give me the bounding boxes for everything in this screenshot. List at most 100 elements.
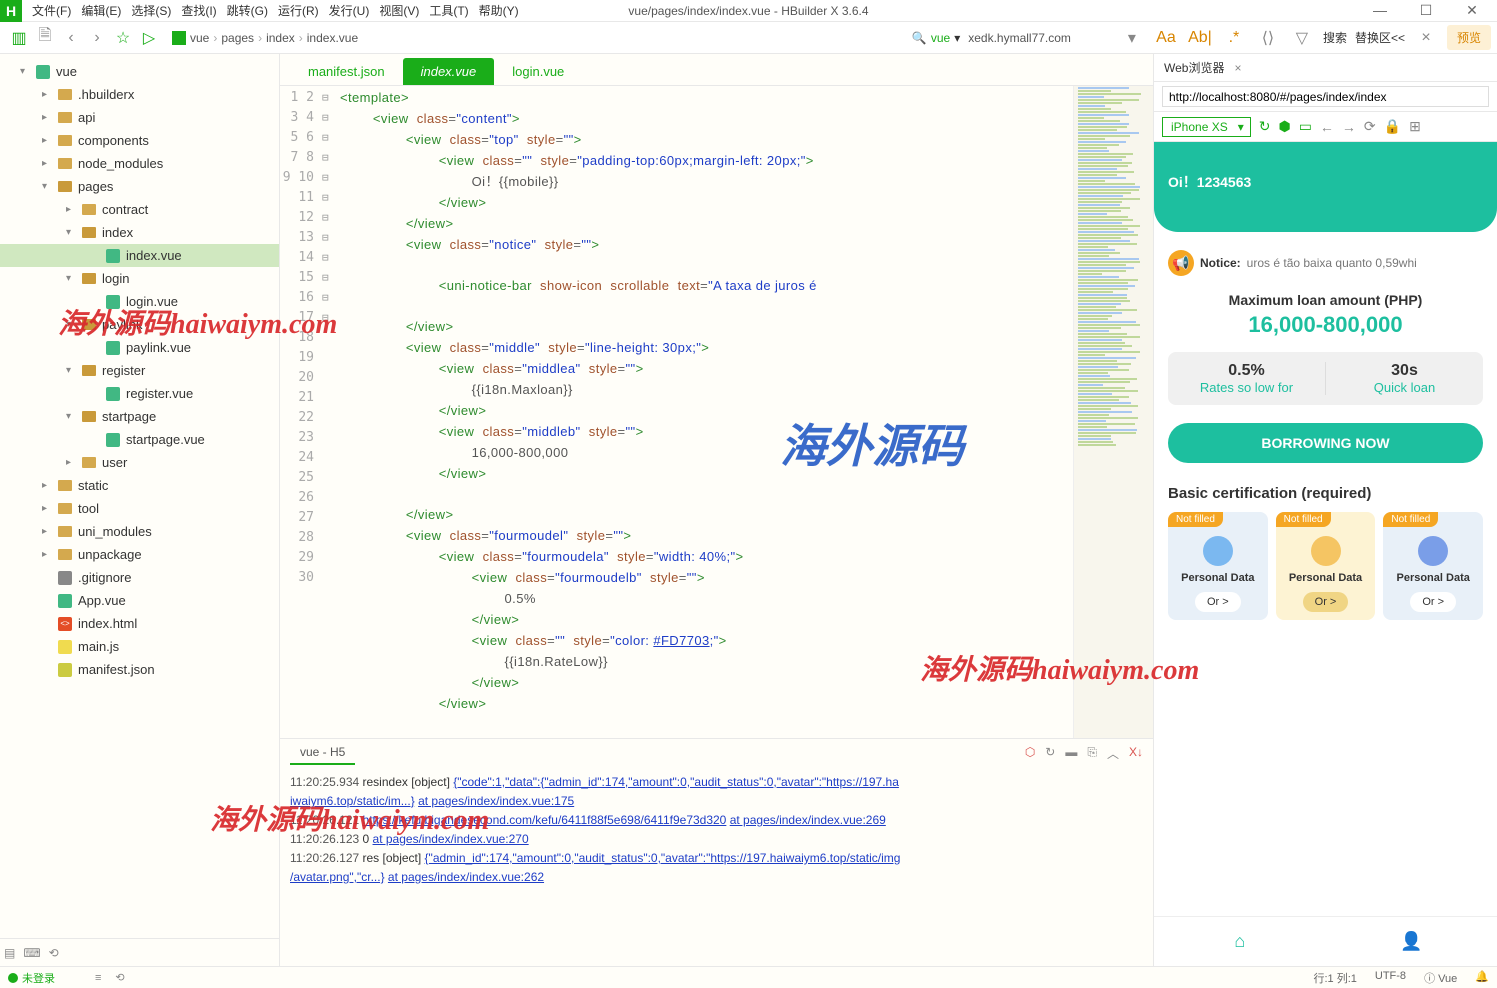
url-input[interactable] xyxy=(1162,86,1489,107)
devtools-icon[interactable]: ⬢ xyxy=(1278,118,1290,135)
cert-card[interactable]: Not filled Personal Data Or > xyxy=(1383,512,1483,620)
tree-item-tool[interactable]: ▸tool xyxy=(0,497,279,520)
menu-item[interactable]: 发行(U) xyxy=(325,0,374,21)
tree-item-manifest-json[interactable]: manifest.json xyxy=(0,658,279,681)
file-language[interactable]: ⓘ Vue xyxy=(1424,970,1457,986)
refresh-icon[interactable]: ↻ xyxy=(1259,118,1271,135)
tree-item-user[interactable]: ▸user xyxy=(0,451,279,474)
run-icon[interactable]: ▷ xyxy=(136,28,162,48)
sync-status-icon[interactable]: ⟲ xyxy=(115,971,124,984)
code-area[interactable]: 1 2 3 4 5 6 7 8 9 10 11 12 13 14 15 16 1… xyxy=(280,86,1153,738)
close-console-icon[interactable]: X↓ xyxy=(1129,745,1143,762)
expand-arrow-icon[interactable]: ▸ xyxy=(42,158,56,169)
minimize-button[interactable]: — xyxy=(1359,2,1401,19)
tree-item-components[interactable]: ▸components xyxy=(0,129,279,152)
expand-arrow-icon[interactable]: ▾ xyxy=(66,411,80,422)
nav-forward-icon[interactable]: › xyxy=(84,29,110,47)
expand-arrow-icon[interactable]: ▸ xyxy=(42,112,56,123)
tree-item-login-vue[interactable]: login.vue xyxy=(0,290,279,313)
menu-item[interactable]: 帮助(Y) xyxy=(475,0,523,21)
tree-item-static[interactable]: ▸static xyxy=(0,474,279,497)
menu-item[interactable]: 跳转(G) xyxy=(223,0,272,21)
menu-item[interactable]: 查找(I) xyxy=(177,0,220,21)
expand-arrow-icon[interactable]: ▸ xyxy=(42,480,56,491)
expand-arrow-icon[interactable]: ▸ xyxy=(66,457,80,468)
menu-item[interactable]: 编辑(E) xyxy=(77,0,125,21)
tree-item-contract[interactable]: ▸contract xyxy=(0,198,279,221)
menu-item[interactable]: 文件(F) xyxy=(28,0,75,21)
export-icon[interactable]: ⎘ xyxy=(1087,745,1097,762)
new-file-icon[interactable]: ▥ xyxy=(6,28,32,48)
browser-tab-label[interactable]: Web浏览器 xyxy=(1164,59,1224,76)
expand-arrow-icon[interactable]: ▸ xyxy=(42,135,56,146)
editor-tab[interactable]: login.vue xyxy=(494,58,582,85)
tree-item-main-js[interactable]: main.js xyxy=(0,635,279,658)
tree-item-register[interactable]: ▾register xyxy=(0,359,279,382)
breadcrumb-item[interactable]: vue xyxy=(190,31,209,45)
borrow-button[interactable]: BORROWING NOW xyxy=(1168,423,1483,463)
lock-icon[interactable]: 🔒 xyxy=(1384,118,1401,135)
close-search-icon[interactable]: × xyxy=(1413,29,1439,47)
screenshot-icon[interactable]: ▭ xyxy=(1299,118,1312,135)
home-nav-icon[interactable]: ⌂ xyxy=(1154,917,1326,966)
expand-arrow-icon[interactable]: ▸ xyxy=(66,204,80,215)
sync-icon[interactable]: ⟲ xyxy=(49,946,59,960)
tree-item-App-vue[interactable]: App.vue xyxy=(0,589,279,612)
encoding[interactable]: UTF-8 xyxy=(1375,970,1406,986)
expand-arrow-icon[interactable]: ▸ xyxy=(42,503,56,514)
expand-arrow-icon[interactable]: ▸ xyxy=(42,549,56,560)
tree-item-api[interactable]: ▸api xyxy=(0,106,279,129)
nav-back-icon[interactable]: ‹ xyxy=(58,29,84,47)
scope-icon[interactable]: ⟨⟩ xyxy=(1255,28,1281,48)
collapse-icon[interactable]: ︿ xyxy=(1107,745,1119,762)
stop-icon[interactable]: ⬡ xyxy=(1025,745,1035,762)
tree-item-index[interactable]: ▾index xyxy=(0,221,279,244)
restart-icon[interactable]: ↻ xyxy=(1045,745,1055,762)
tree-item-index-html[interactable]: <>index.html xyxy=(0,612,279,635)
tool-icon[interactable]: ▾ xyxy=(1119,28,1145,48)
or-button[interactable]: Or > xyxy=(1303,592,1349,612)
expand-arrow-icon[interactable]: ▾ xyxy=(66,273,80,284)
clear-icon[interactable]: ▬ xyxy=(1065,745,1077,762)
expand-arrow-icon[interactable]: ▾ xyxy=(42,181,56,192)
notification-icon[interactable]: 🔔 xyxy=(1475,970,1489,986)
regex-icon[interactable]: .* xyxy=(1221,29,1247,47)
editor-tab[interactable]: index.vue xyxy=(403,58,495,85)
tree-item-register-vue[interactable]: register.vue xyxy=(0,382,279,405)
close-browser-tab-icon[interactable]: × xyxy=(1234,61,1241,75)
reload-icon[interactable]: ⟳ xyxy=(1364,118,1376,135)
expand-arrow-icon[interactable]: ▸ xyxy=(42,526,56,537)
expand-arrow-icon[interactable]: ▾ xyxy=(20,66,34,77)
tree-item--gitignore[interactable]: .gitignore xyxy=(0,566,279,589)
run-target[interactable]: 🔍 vue ▾ xyxy=(912,31,960,45)
menu-item[interactable]: 选择(S) xyxy=(127,0,175,21)
or-button[interactable]: Or > xyxy=(1410,592,1456,612)
tree-item-pages[interactable]: ▾pages xyxy=(0,175,279,198)
tree-item-vue[interactable]: ▾vue xyxy=(0,60,279,83)
tree-item-login[interactable]: ▾login xyxy=(0,267,279,290)
login-status[interactable]: 未登录 xyxy=(22,970,55,986)
tree-item-index-vue[interactable]: index.vue xyxy=(0,244,279,267)
user-nav-icon[interactable]: 👤 xyxy=(1326,917,1497,966)
console-output[interactable]: 11:20:25.934 resindex [object] {"code":1… xyxy=(280,767,1153,966)
expand-arrow-icon[interactable]: ▸ xyxy=(42,89,56,100)
tree-item-unpackage[interactable]: ▸unpackage xyxy=(0,543,279,566)
fold-gutter[interactable]: ⊟ ⊟ ⊟ ⊟ ⊟ ⊟ ⊟ ⊟ ⊟ ⊟ ⊟ ⊟ xyxy=(322,86,340,738)
cert-card[interactable]: Not filled Personal Data Or > xyxy=(1168,512,1268,620)
device-select[interactable]: iPhone XS xyxy=(1162,117,1251,137)
terminal-icon[interactable]: ⌨ xyxy=(23,946,40,960)
expand-arrow-icon[interactable]: ▾ xyxy=(66,319,80,330)
breadcrumb-item[interactable]: pages xyxy=(221,31,254,45)
menu-item[interactable]: 视图(V) xyxy=(375,0,423,21)
expand-arrow-icon[interactable]: ▾ xyxy=(66,227,80,238)
tree-item-startpage-vue[interactable]: startpage.vue xyxy=(0,428,279,451)
tree-item-node_modules[interactable]: ▸node_modules xyxy=(0,152,279,175)
menu-item[interactable]: 运行(R) xyxy=(274,0,323,21)
console-tab[interactable]: vue - H5 xyxy=(290,741,355,765)
expand-arrow-icon[interactable]: ▾ xyxy=(66,365,80,376)
tree-item-startpage[interactable]: ▾startpage xyxy=(0,405,279,428)
star-icon[interactable]: ☆ xyxy=(110,28,136,48)
word-icon[interactable]: Ab| xyxy=(1187,29,1213,47)
filter-icon[interactable]: ▽ xyxy=(1289,28,1315,48)
letter-a-icon[interactable]: Aa xyxy=(1153,29,1179,47)
